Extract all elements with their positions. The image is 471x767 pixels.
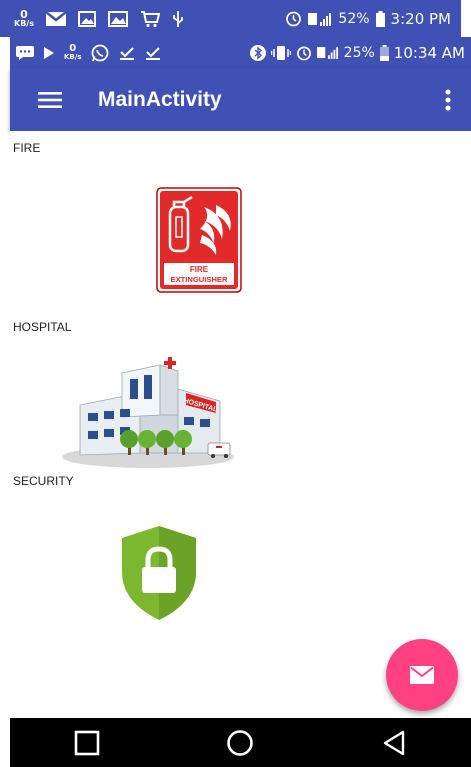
section-label-hospital: HOSPITAL	[13, 320, 72, 334]
vibrate-icon	[270, 45, 291, 60]
battery-icon-inner	[379, 44, 389, 61]
battery-percent-inner: 25%	[343, 44, 375, 61]
whatsapp-icon	[91, 44, 109, 62]
back-button[interactable]	[364, 718, 424, 767]
home-button[interactable]	[210, 718, 270, 767]
gallery-icon	[107, 10, 128, 27]
circle-home-icon	[226, 729, 254, 757]
hospital-image[interactable]: HOSPITAL	[60, 355, 235, 470]
battery-percent: 52%	[338, 10, 370, 27]
recents-button[interactable]	[57, 718, 117, 767]
email-fab[interactable]	[386, 639, 458, 711]
download-done-icon	[119, 45, 135, 61]
section-label-fire: FIRE	[13, 141, 41, 155]
status-bar-inner: 0 KB/s 25% 10:34 AM	[10, 37, 471, 68]
email-icon	[410, 666, 434, 684]
play-icon	[44, 46, 54, 59]
battery-icon	[375, 10, 385, 27]
status-bar-outer: 0 KB/s 52% 3:20 PM	[0, 0, 461, 37]
clock: 3:20 PM	[390, 9, 451, 28]
fire-extinguisher-image[interactable]: FIRE EXTINGUISHER	[156, 187, 242, 293]
bluetooth-icon	[249, 44, 266, 61]
hamburger-menu-icon	[38, 91, 62, 109]
triangle-back-icon	[381, 730, 407, 756]
signal-icon	[308, 11, 332, 27]
download-done-icon-2	[145, 45, 161, 61]
security-lock-image[interactable]	[100, 520, 218, 624]
image-icon	[77, 10, 96, 27]
square-recents-icon	[74, 730, 100, 756]
gmail-icon	[45, 10, 66, 27]
usb-icon	[172, 10, 184, 28]
menu-button[interactable]	[22, 68, 78, 131]
sign-text-fire: FIRE	[190, 265, 209, 274]
netspeed-indicator-inner: 0 KB/s	[64, 43, 82, 62]
app-bar: MainActivity	[10, 68, 471, 131]
message-icon	[16, 45, 34, 60]
main-content: FIRE FIRE EXTINGUISHER HOSPITAL HOSPITAL…	[10, 131, 471, 718]
left-edge	[0, 37, 10, 767]
navigation-bar	[10, 718, 471, 767]
more-vert-icon	[445, 88, 451, 111]
sign-text-extinguisher: EXTINGUISHER	[171, 275, 228, 284]
signal-icon-inner	[316, 45, 339, 60]
shopping-cart-icon	[140, 10, 160, 28]
netspeed-indicator: 0 KB/s	[14, 7, 34, 28]
alarm-icon	[285, 10, 302, 27]
toolbar-title: MainActivity	[98, 87, 222, 111]
alarm-icon-inner	[296, 45, 312, 61]
section-label-security: SECURITY	[13, 474, 74, 488]
clock-inner: 10:34 AM	[393, 43, 465, 62]
overflow-menu-button[interactable]	[433, 68, 463, 131]
